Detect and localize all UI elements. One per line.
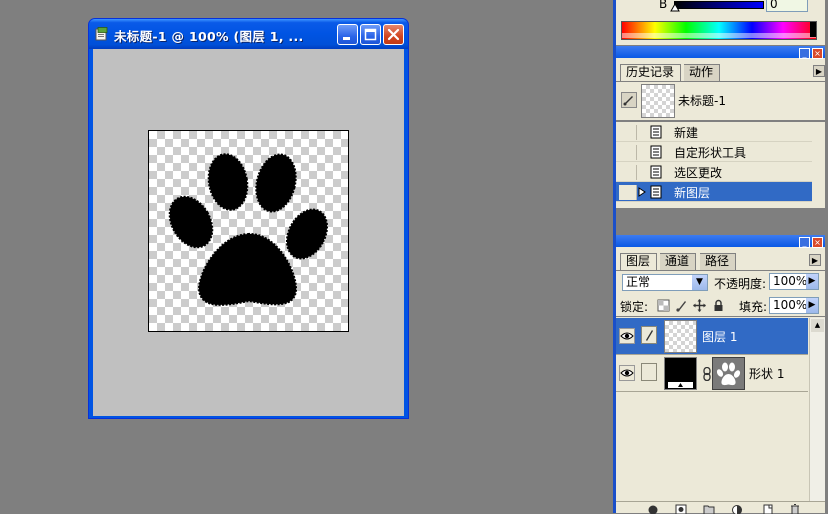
tab-paths[interactable]: 路径 [700,253,736,270]
layer-thumbnail [664,320,697,353]
history-state-icon [649,145,663,159]
tab-history[interactable]: 历史记录 [620,64,681,81]
minimize-button[interactable] [337,24,358,45]
layer-link-toggle[interactable] [641,363,657,381]
minimize-icon [338,25,357,44]
layers-scrollbar[interactable]: ▲ [809,318,825,504]
tab-channels[interactable]: 通道 [660,253,696,270]
opacity-label: 不透明度: [714,275,766,292]
layer-name[interactable]: 形状 1 [749,365,784,382]
opacity-field[interactable]: 100% ▶ [769,273,819,290]
lock-position-move-icon[interactable] [693,299,706,312]
document-window[interactable]: 未标题-1 @ 100% (图层 1, ... [88,18,409,419]
history-state-marker-icon[interactable] [638,187,646,197]
blue-channel-slider[interactable] [674,1,764,9]
blend-mode-select[interactable]: 正常 ▼ [622,274,708,291]
trash-icon[interactable] [789,503,801,514]
fill-field[interactable]: 100% ▶ [769,297,819,314]
document-workspace[interactable] [93,49,404,416]
lock-all-padlock-icon[interactable] [712,299,725,312]
color-spectrum-ramp[interactable] [621,21,817,40]
close-button[interactable] [383,24,404,45]
new-group-folder-icon[interactable] [703,503,715,514]
layer-list: 图层 1 形状 1 ▲ [616,318,825,504]
paw-print-mask-icon [713,358,744,389]
history-panel-tabs: 历史记录 动作 ▶ [616,62,825,80]
fill-color-thumbnail[interactable] [664,357,697,390]
lock-pixels-brush-icon[interactable] [675,299,688,312]
blue-channel-value-field[interactable]: 0 [766,0,808,12]
snapshot-label: 未标题-1 [678,92,726,109]
maximize-icon [361,25,380,44]
photoshop-document-icon [95,27,109,41]
image-canvas[interactable] [148,130,349,332]
history-item[interactable]: 自定形状工具 [616,142,812,162]
layers-panel-menu-button[interactable]: ▶ [809,254,821,266]
snapshot-thumbnail [641,84,675,118]
history-scrollbar[interactable] [812,122,825,208]
layers-panel: _ × 图层 通道 路径 ▶ 正常 ▼ 不透明度: 100% ▶ 锁定: 填充:… [616,235,825,513]
eye-icon[interactable] [619,365,635,381]
add-mask-icon[interactable] [675,503,687,514]
lock-transparency-icon[interactable] [657,299,670,312]
paw-print-shape [149,131,348,331]
layer-name[interactable]: 图层 1 [702,328,737,345]
fill-arrow-icon[interactable]: ▶ [806,298,818,313]
document-title: 未标题-1 @ 100% (图层 1, ... [114,26,304,45]
brush-icon [642,327,656,343]
layers-bottom-toolbar [616,501,825,513]
history-item[interactable]: 选区更改 [616,162,812,182]
slider-handle-icon[interactable] [670,3,680,12]
layers-panel-titlebar[interactable] [616,235,825,247]
layer-row-shape-1[interactable]: 形状 1 [616,355,808,392]
history-brush-source-icon[interactable] [621,92,637,108]
opacity-arrow-icon[interactable]: ▶ [806,274,818,289]
new-layer-icon[interactable] [762,503,774,514]
tab-layers[interactable]: 图层 [620,253,657,270]
layers-panel-close-button[interactable]: × [812,237,823,248]
history-panel: _ × 历史记录 动作 ▶ 未标题-1 新建 自定形状工具 [616,46,825,208]
document-titlebar[interactable]: 未标题-1 @ 100% (图层 1, ... [89,19,408,49]
palette-dock: B 0 _ × 历史记录 动作 ▶ 未标题-1 新建 [613,0,828,513]
layer-row-layer-1[interactable]: 图层 1 [616,318,808,355]
history-panel-menu-button[interactable]: ▶ [813,65,825,77]
history-state-icon [649,125,663,139]
layer-style-fx-icon[interactable] [647,503,659,514]
history-item[interactable]: 新建 [616,122,812,142]
history-state-icon [649,165,663,179]
layers-panel-tabs: 图层 通道 路径 ▶ [616,251,825,269]
layer-edit-brush-indicator [641,326,657,344]
history-panel-close-button[interactable]: × [812,48,823,59]
history-panel-titlebar[interactable] [616,46,825,58]
history-panel-minimize-button[interactable]: _ [799,48,810,59]
layers-panel-minimize-button[interactable]: _ [799,237,810,248]
history-state-icon [649,185,663,199]
maximize-button[interactable] [360,24,381,45]
history-item-selected[interactable]: 新图层 [616,182,812,202]
vector-mask-thumbnail[interactable] [712,357,745,390]
dock-border [613,0,616,513]
fill-label: 填充: [739,298,767,315]
adjustment-layer-icon[interactable] [731,503,743,514]
eye-icon[interactable] [619,328,635,344]
chain-link-icon[interactable] [702,367,712,381]
lock-label: 锁定: [620,298,648,315]
color-panel: B 0 [616,0,825,45]
chevron-down-icon: ▼ [692,275,707,290]
close-icon [384,25,403,44]
history-snapshot-row[interactable]: 未标题-1 [616,81,825,122]
fill-adjustment-marker-icon [665,380,696,389]
tab-actions[interactable]: 动作 [684,64,720,81]
color-channel-label: B [659,0,667,11]
history-list: 新建 自定形状工具 选区更改 新图层 [616,122,825,208]
